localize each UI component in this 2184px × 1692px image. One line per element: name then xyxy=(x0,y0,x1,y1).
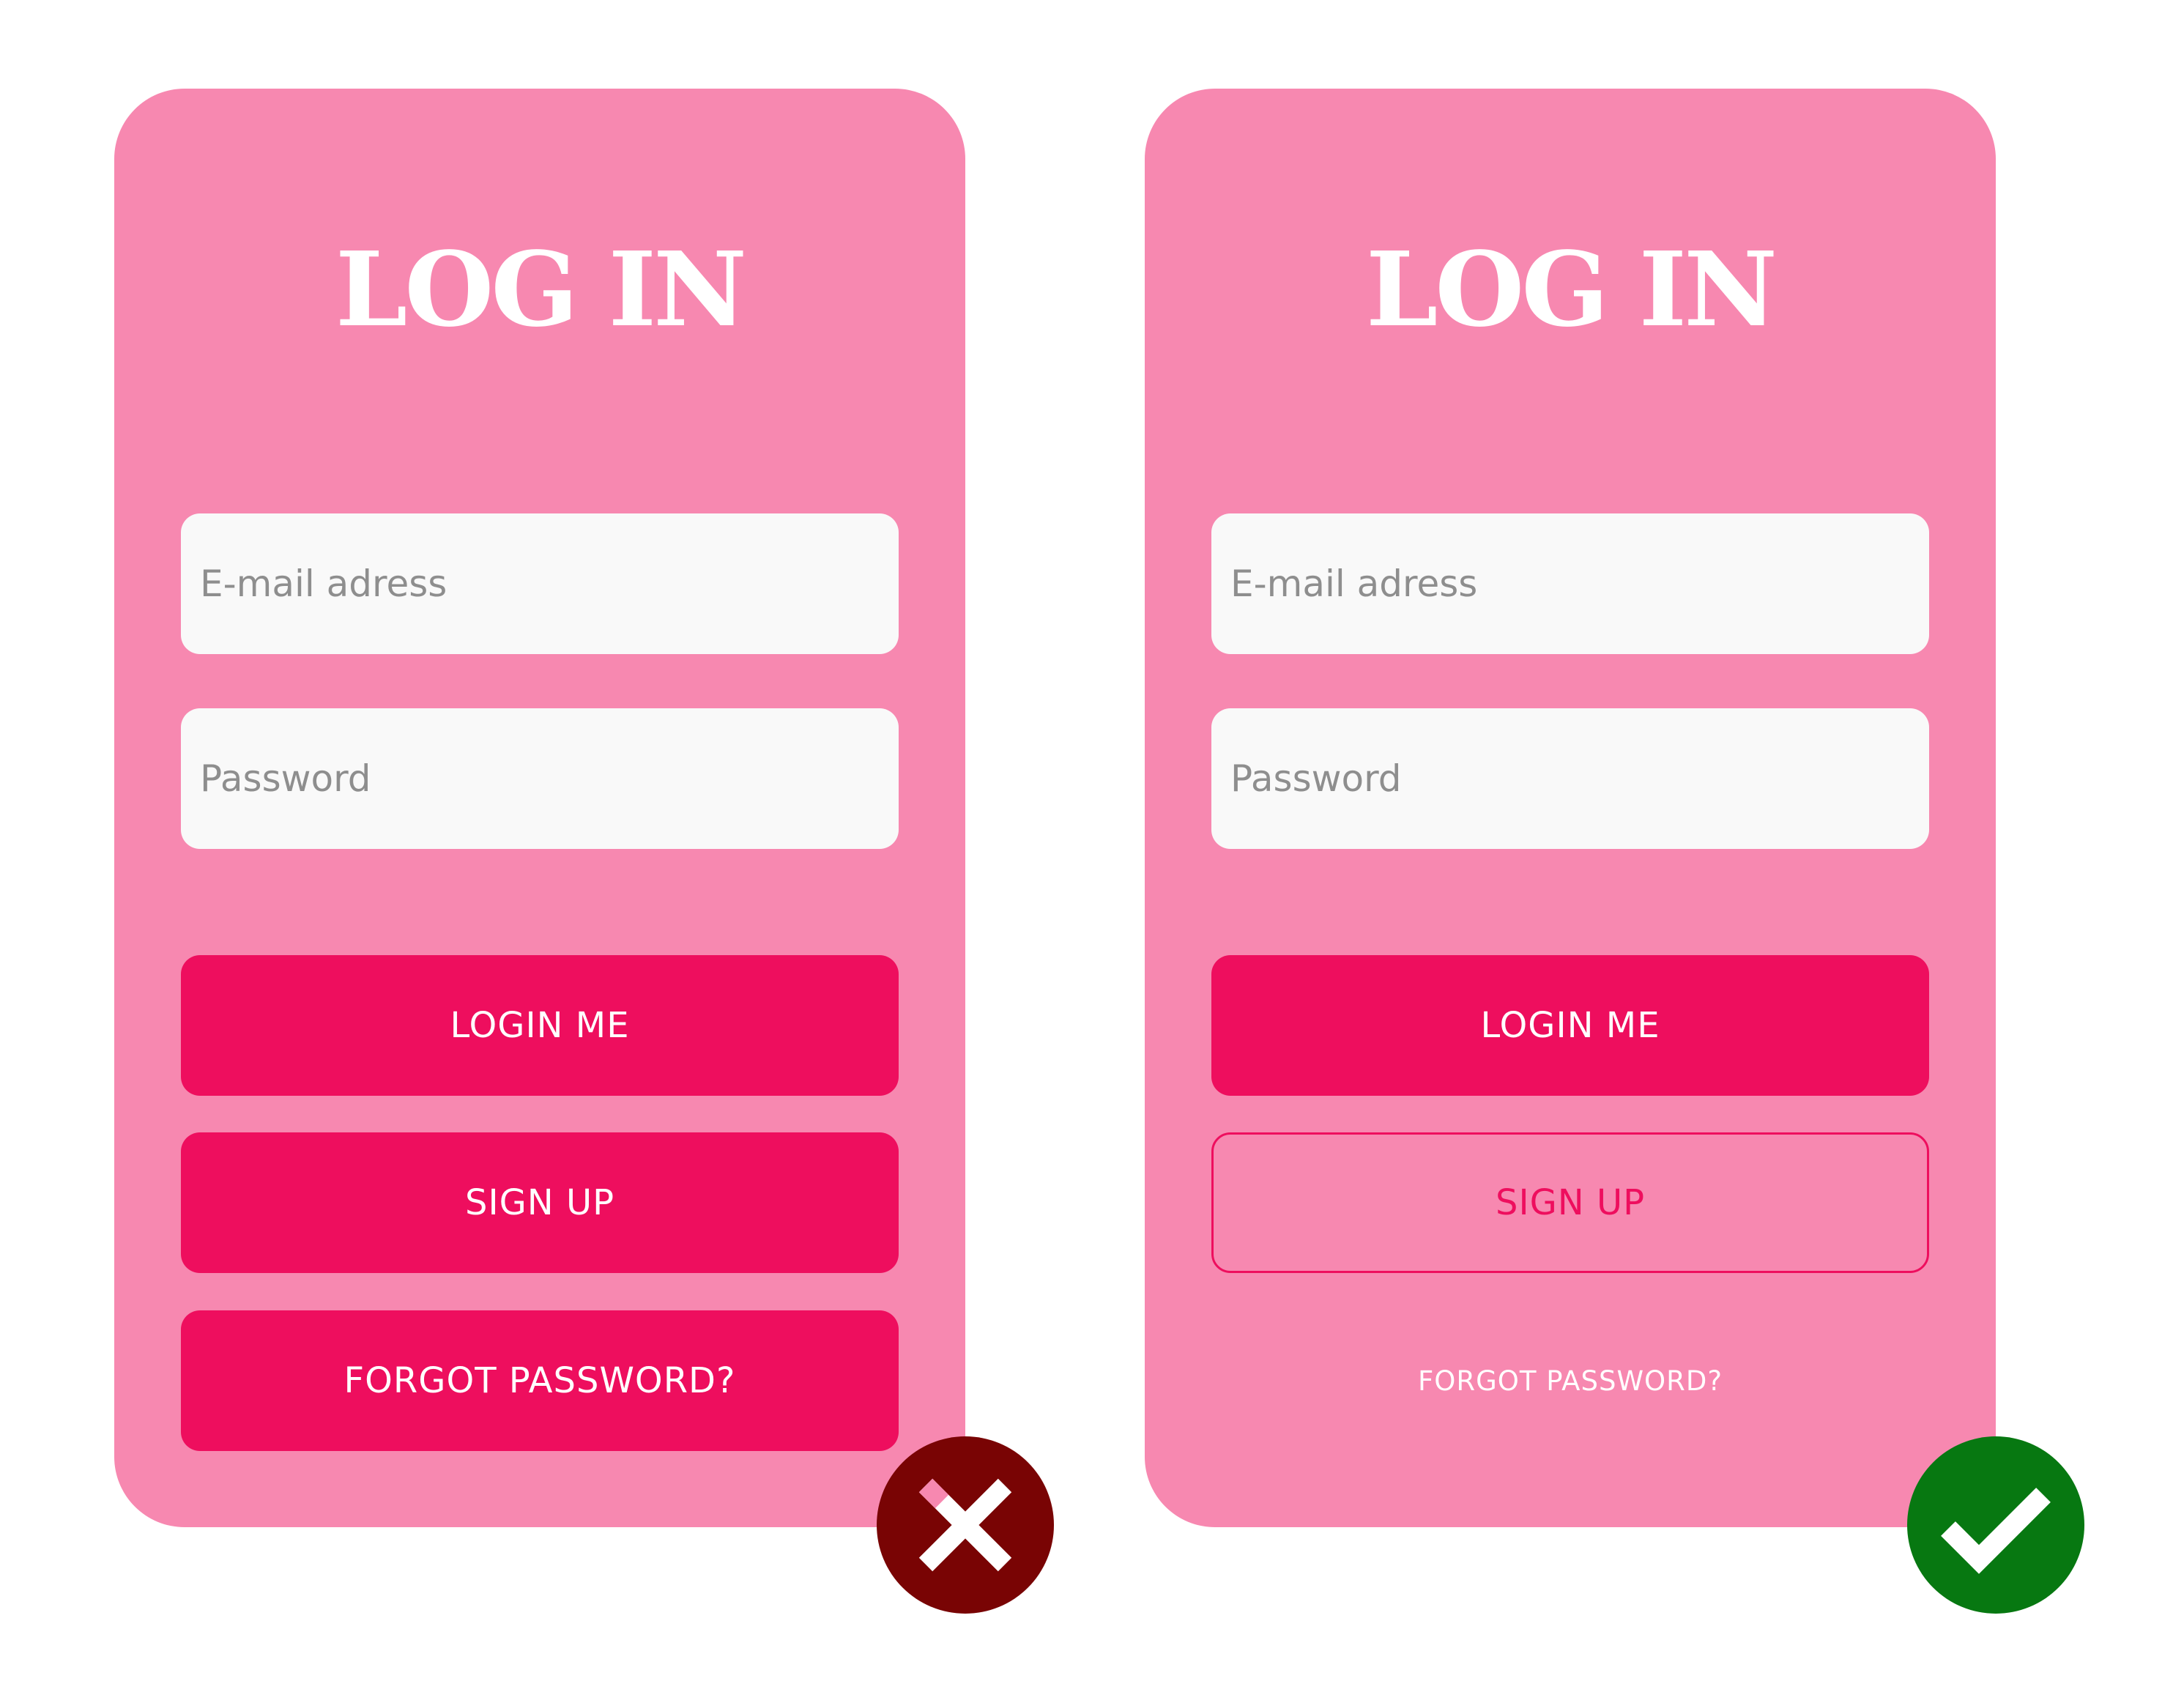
login-button[interactable]: LOGIN ME xyxy=(1211,955,1929,1096)
email-field[interactable] xyxy=(181,513,899,654)
email-field[interactable] xyxy=(1211,513,1929,654)
signup-button-label: SIGN UP xyxy=(1495,1182,1646,1223)
page-title: LOG IN xyxy=(1365,230,1778,350)
forgot-password-label: FORGOT PASSWORD? xyxy=(343,1360,736,1401)
cross-icon xyxy=(918,1478,1012,1572)
incorrect-badge xyxy=(877,1436,1054,1614)
login-button-label: LOGIN ME xyxy=(450,1005,630,1046)
login-button-label: LOGIN ME xyxy=(1480,1005,1660,1046)
forgot-password-link[interactable]: FORGOT PASSWORD? xyxy=(1145,1345,1996,1418)
page-title: LOG IN xyxy=(335,230,747,350)
checkmark-icon xyxy=(1941,1488,2051,1574)
signup-button-label: SIGN UP xyxy=(464,1182,615,1223)
signup-button[interactable]: SIGN UP xyxy=(1211,1132,1929,1273)
login-button[interactable]: LOGIN ME xyxy=(181,955,899,1096)
correct-badge xyxy=(1907,1436,2084,1614)
login-card-correct: LOG IN LOGIN ME SIGN UP FORGOT PASSWORD? xyxy=(1145,89,1996,1527)
login-card-incorrect: LOG IN LOGIN ME SIGN UP FORGOT PASSWORD? xyxy=(114,89,965,1527)
signup-button[interactable]: SIGN UP xyxy=(181,1132,899,1273)
password-field[interactable] xyxy=(1211,708,1929,849)
forgot-password-button[interactable]: FORGOT PASSWORD? xyxy=(181,1310,899,1451)
password-field[interactable] xyxy=(181,708,899,849)
